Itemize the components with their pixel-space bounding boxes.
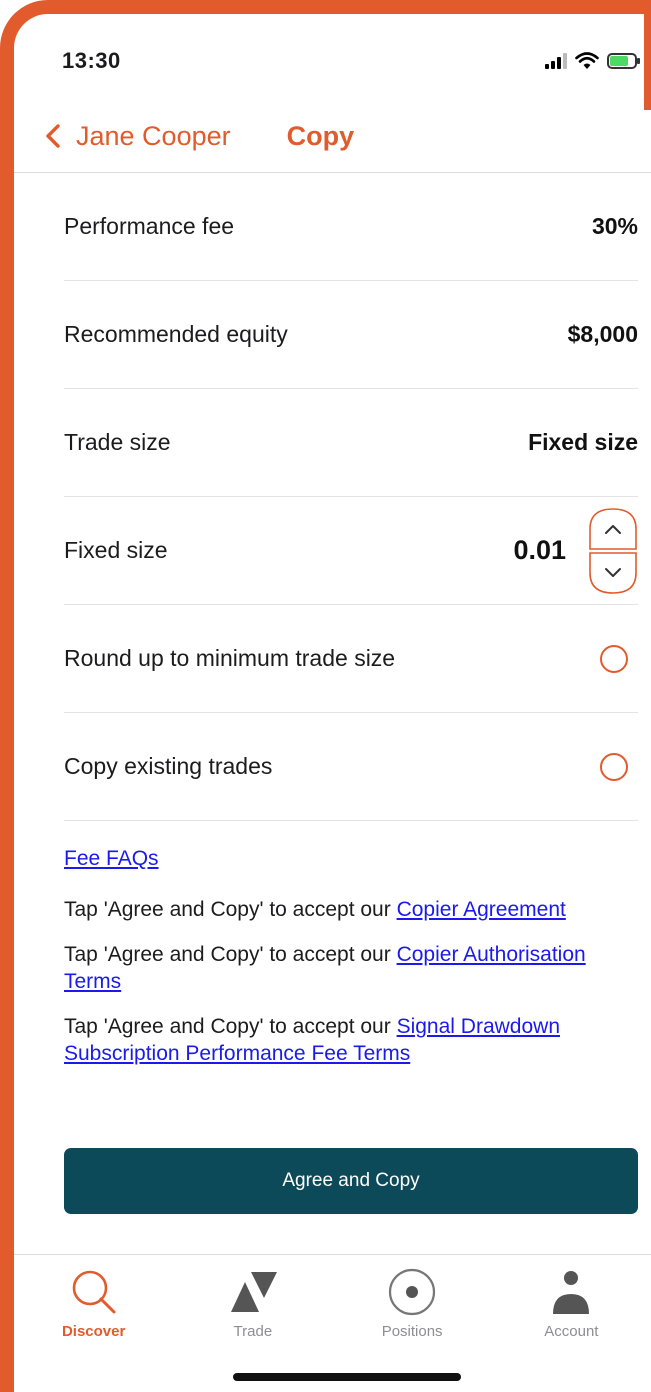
triangles-icon <box>230 1272 277 1312</box>
search-icon <box>72 1270 116 1314</box>
copier-authorisation-text: Tap 'Agree and Copy' to accept our Copie… <box>64 941 644 995</box>
tab-label: Positions <box>381 1323 443 1340</box>
status-icons <box>545 52 640 70</box>
chevron-down-icon <box>605 567 621 577</box>
terms-section: Fee FAQs Tap 'Agree and Copy' to accept … <box>64 845 644 1085</box>
battery-icon <box>607 53 640 69</box>
round-up-radio[interactable] <box>600 644 628 673</box>
recommended-equity-label: Recommended equity <box>64 321 288 347</box>
copier-agreement-text: Tap 'Agree and Copy' to accept our Copie… <box>64 896 644 923</box>
tab-label: Discover <box>61 1323 126 1340</box>
back-chevron-icon[interactable] <box>42 123 64 149</box>
chevron-up-icon <box>605 524 621 534</box>
person-icon <box>553 1271 590 1314</box>
trade-size-value[interactable]: Fixed size <box>528 429 638 456</box>
tab-positions[interactable]: Positions <box>333 1255 492 1355</box>
tab-label: Trade <box>233 1323 273 1340</box>
copier-agreement-link[interactable]: Copier Agreement <box>397 898 566 921</box>
signal-drawdown-text: Tap 'Agree and Copy' to accept our Signa… <box>64 1013 644 1067</box>
page-title: Copy <box>286 120 355 151</box>
fee-faqs-link[interactable]: Fee FAQs <box>64 845 644 872</box>
back-button[interactable]: Jane Cooper <box>76 121 231 152</box>
tab-discover[interactable]: Discover <box>14 1255 173 1355</box>
tab-bar: Discover Trade Positions Account <box>14 1255 651 1355</box>
terms-prefix: Tap 'Agree and Copy' to accept our <box>64 943 391 966</box>
status-bar: 13:30 <box>62 48 640 78</box>
recommended-equity-value: $8,000 <box>567 321 638 347</box>
trade-size-row[interactable]: Trade size Fixed size <box>64 389 638 497</box>
home-indicator[interactable] <box>233 1373 461 1381</box>
copy-existing-row[interactable]: Copy existing trades <box>64 713 638 821</box>
target-icon <box>389 1268 436 1316</box>
recommended-equity-row: Recommended equity $8,000 <box>64 281 638 389</box>
nav-bar: Jane Cooper Copy <box>42 112 637 160</box>
fixed-size-value[interactable]: 0.01 <box>513 535 566 566</box>
wifi-icon <box>575 52 599 69</box>
round-up-label: Round up to minimum trade size <box>64 645 396 671</box>
round-up-row[interactable]: Round up to minimum trade size <box>64 605 638 713</box>
terms-prefix: Tap 'Agree and Copy' to accept our <box>64 1015 391 1038</box>
terms-prefix: Tap 'Agree and Copy' to accept our <box>64 898 391 921</box>
fixed-size-stepper <box>588 507 638 595</box>
copy-existing-radio[interactable] <box>600 752 628 781</box>
agree-and-copy-button[interactable]: Agree and Copy <box>64 1148 638 1214</box>
status-time: 13:30 <box>62 48 121 73</box>
performance-fee-row: Performance fee 30% <box>64 173 638 281</box>
tab-label: Account <box>544 1323 599 1340</box>
decrement-button[interactable] <box>588 551 638 595</box>
copy-settings-list: Performance fee 30% Recommended equity $… <box>64 173 638 821</box>
fixed-size-row: Fixed size 0.01 <box>64 497 638 605</box>
tab-trade[interactable]: Trade <box>173 1255 332 1355</box>
fixed-size-control: 0.01 <box>513 507 638 595</box>
fixed-size-label: Fixed size <box>64 537 168 563</box>
trade-size-label: Trade size <box>64 429 171 455</box>
cellular-signal-icon <box>545 53 567 69</box>
performance-fee-label: Performance fee <box>64 213 235 239</box>
device-frame-edge <box>644 0 651 110</box>
tab-account[interactable]: Account <box>492 1255 651 1355</box>
performance-fee-value: 30% <box>591 213 638 239</box>
increment-button[interactable] <box>588 507 638 551</box>
copy-existing-label: Copy existing trades <box>64 753 273 779</box>
